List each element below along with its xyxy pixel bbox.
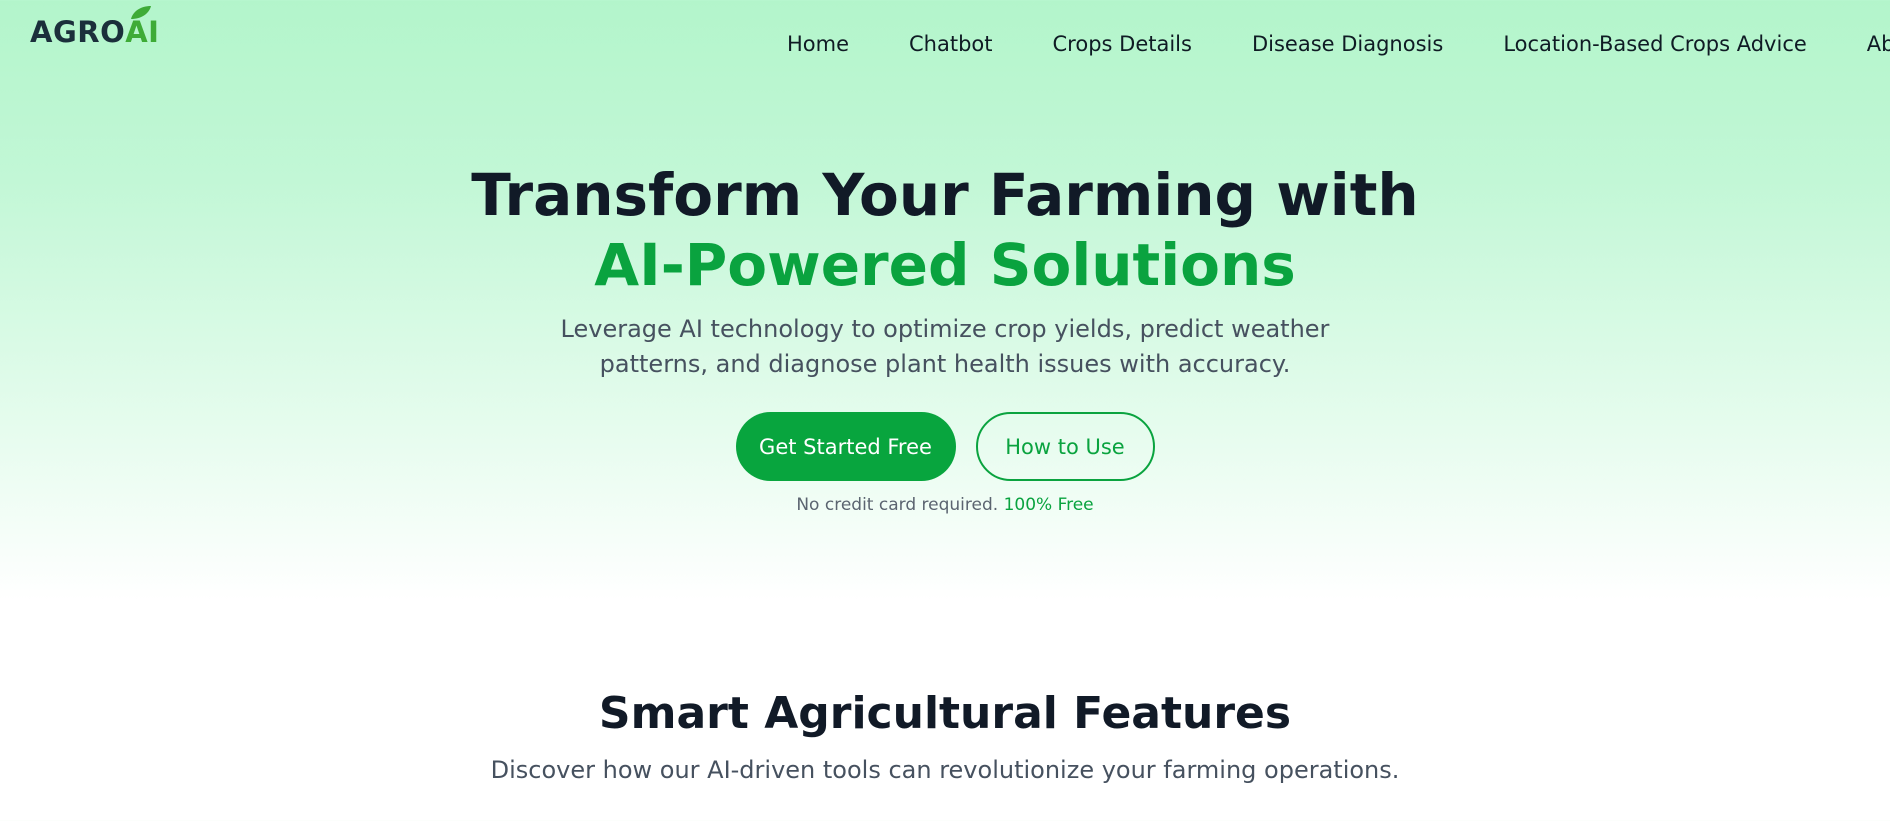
features-section: Smart Agricultural Features Discover how… <box>0 688 1890 784</box>
hero-title-line1: Transform Your Farming with <box>471 161 1419 229</box>
hero-title: Transform Your Farming with AI-Powered S… <box>0 160 1890 300</box>
logo-text-ai: AI <box>125 6 159 49</box>
main-nav: Home Chatbot Crops Details Disease Diagn… <box>787 26 1890 62</box>
leaf-icon <box>131 6 152 19</box>
nav-home[interactable]: Home <box>787 26 849 62</box>
no-credit-card-text: No credit card required. <box>796 495 999 515</box>
nav-about[interactable]: About <box>1867 26 1890 62</box>
nav-chatbot[interactable]: Chatbot <box>909 26 993 62</box>
features-title: Smart Agricultural Features <box>598 688 1292 739</box>
hero-section: Transform Your Farming with AI-Powered S… <box>0 160 1890 515</box>
free-badge-text: 100% Free <box>1003 495 1094 515</box>
get-started-button[interactable]: Get Started Free <box>735 412 956 481</box>
nav-disease-diagnosis[interactable]: Disease Diagnosis <box>1252 26 1443 62</box>
hero-actions: Get Started Free How to Use <box>0 412 1890 481</box>
nav-crops-details[interactable]: Crops Details <box>1053 26 1192 62</box>
logo-text-agro: AGRO <box>30 15 126 49</box>
features-subtitle: Discover how our AI-driven tools can rev… <box>490 756 1400 784</box>
nav-location-based-crops-advice[interactable]: Location-Based Crops Advice <box>1503 26 1806 62</box>
hero-subtitle: Leverage AI technology to optimize crop … <box>560 315 1330 378</box>
hero-note: No credit card required. 100% Free <box>0 495 1890 515</box>
site-header: AGRO AI Home Chatbot Crops Details Diseas… <box>0 0 1890 90</box>
hero-title-line2: AI-Powered Solutions <box>594 231 1296 299</box>
how-to-use-button[interactable]: How to Use <box>975 412 1155 481</box>
logo[interactable]: AGRO AI <box>30 6 159 52</box>
